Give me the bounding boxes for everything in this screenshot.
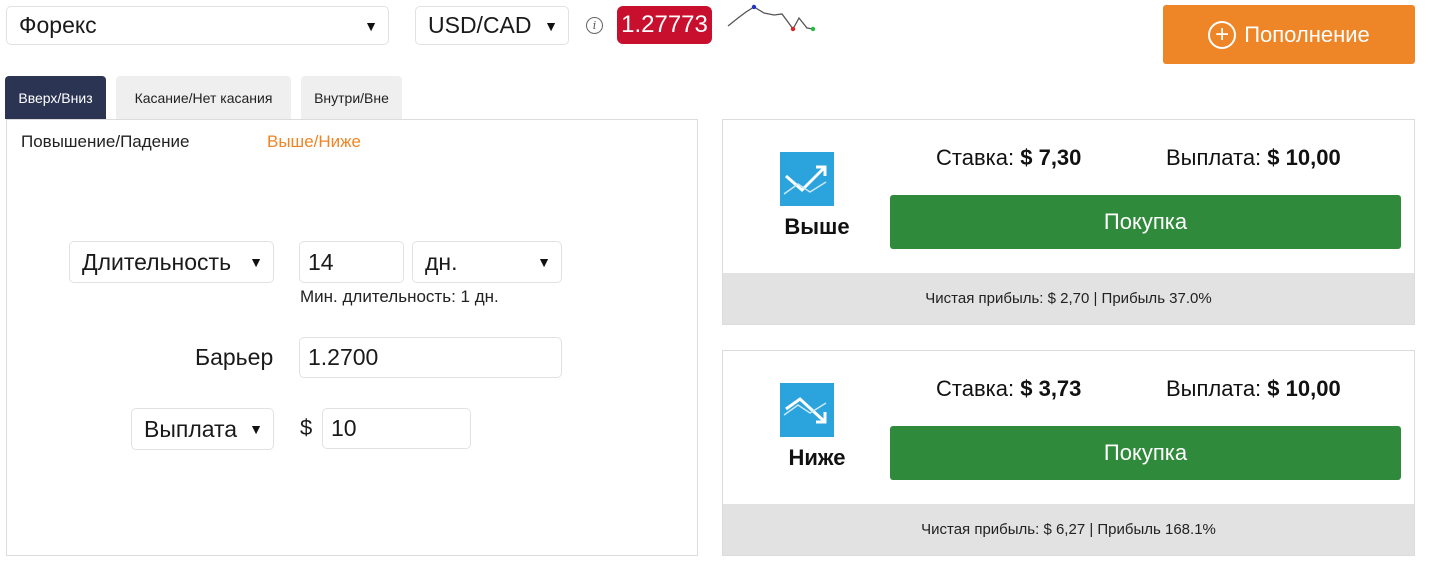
payout-label: Выплата: bbox=[1166, 145, 1262, 170]
price-sparkline bbox=[727, 4, 816, 32]
profit-summary: Чистая прибыль: $ 6,27 | Прибыль 168.1% bbox=[723, 504, 1414, 555]
spot-price-badge: 1.27773 bbox=[617, 6, 712, 44]
caret-down-icon: ▼ bbox=[537, 254, 551, 270]
payout-stat: Выплата: $ 10,00 bbox=[1166, 376, 1341, 402]
duration-type-value: Длительность bbox=[82, 248, 232, 275]
buy-button-lower[interactable]: Покупка bbox=[890, 426, 1401, 480]
payout-value: $ 10,00 bbox=[1267, 145, 1341, 170]
market-select-value: Форекс bbox=[19, 12, 97, 38]
amount-type-select[interactable]: Выплата ▼ bbox=[131, 408, 274, 450]
market-select[interactable]: Форекс ▼ bbox=[6, 6, 389, 45]
stake-stat: Ставка: $ 3,73 bbox=[936, 376, 1081, 402]
pair-select[interactable]: USD/CAD ▼ bbox=[415, 6, 569, 45]
contract-card-lower: Ниже Ставка: $ 3,73 Выплата: $ 10,00 Пок… bbox=[722, 350, 1415, 556]
chart-up-icon bbox=[780, 152, 834, 206]
tab-up-down[interactable]: Вверх/Вниз bbox=[5, 76, 106, 119]
buy-button-higher[interactable]: Покупка bbox=[890, 195, 1401, 249]
currency-symbol: $ bbox=[300, 415, 313, 440]
payout-label: Выплата: bbox=[1166, 376, 1262, 401]
min-duration-hint: Мин. длительность: 1 дн. bbox=[300, 287, 499, 306]
stake-stat: Ставка: $ 7,30 bbox=[936, 145, 1081, 171]
payout-value: $ 10,00 bbox=[1267, 376, 1341, 401]
profit-summary: Чистая прибыль: $ 2,70 | Прибыль 37.0% bbox=[723, 273, 1414, 324]
caret-down-icon: ▼ bbox=[249, 254, 263, 270]
plus-circle-icon: + bbox=[1208, 20, 1237, 49]
contract-name: Выше bbox=[784, 214, 850, 239]
caret-down-icon: ▼ bbox=[364, 17, 378, 34]
duration-type-select[interactable]: Длительность ▼ bbox=[69, 241, 274, 283]
stake-value: $ 3,73 bbox=[1020, 376, 1082, 401]
barrier-label: Барьер bbox=[195, 344, 274, 370]
duration-value-input[interactable]: 14 bbox=[299, 241, 404, 283]
stake-label: Ставка: bbox=[936, 145, 1015, 170]
caret-down-icon: ▼ bbox=[249, 421, 263, 437]
info-icon[interactable]: i bbox=[586, 17, 603, 34]
payout-stat: Выплата: $ 10,00 bbox=[1166, 145, 1341, 171]
tab-in-out[interactable]: Внутри/Вне bbox=[301, 76, 402, 119]
pair-select-value: USD/CAD bbox=[428, 12, 532, 38]
subtab-rise-fall[interactable]: Повышение/Падение bbox=[21, 132, 189, 152]
contract-type-tabs: Вверх/Вниз Касание/Нет касания Внутри/Вн… bbox=[5, 76, 402, 119]
subtab-higher-lower[interactable]: Выше/Ниже bbox=[267, 132, 361, 152]
deposit-label: Пополнение bbox=[1244, 21, 1370, 47]
chart-down-icon bbox=[780, 383, 834, 437]
stake-value: $ 7,30 bbox=[1020, 145, 1082, 170]
tab-touch-no-touch[interactable]: Касание/Нет касания bbox=[116, 76, 291, 119]
barrier-input[interactable]: 1.2700 bbox=[299, 337, 562, 378]
stake-label: Ставка: bbox=[936, 376, 1015, 401]
deposit-button[interactable]: + Пополнение bbox=[1163, 5, 1415, 64]
amount-type-value: Выплата bbox=[144, 415, 238, 442]
caret-down-icon: ▼ bbox=[544, 17, 558, 34]
duration-unit-value: дн. bbox=[425, 248, 458, 275]
contract-card-higher: Выше Ставка: $ 7,30 Выплата: $ 10,00 Пок… bbox=[722, 119, 1415, 325]
contract-name: Ниже bbox=[788, 445, 846, 470]
duration-unit-select[interactable]: дн. ▼ bbox=[412, 241, 562, 283]
amount-input[interactable]: 10 bbox=[322, 408, 471, 449]
